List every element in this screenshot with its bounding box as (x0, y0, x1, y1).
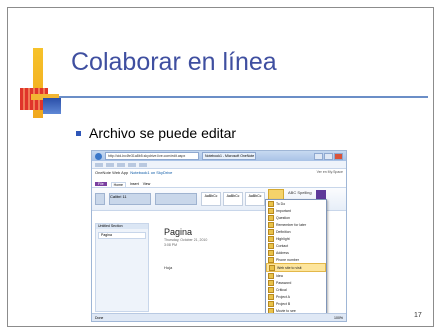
close-icon (334, 152, 343, 160)
style-heading1: AaBbCc (201, 192, 221, 206)
ribbon-tab-file: File (95, 182, 107, 186)
title-underline (43, 96, 428, 98)
tag-icon (268, 249, 274, 256)
title-decoration-blue (43, 98, 61, 114)
onenote-screenshot: http://cid-bc4fe31a8b5.skydrive.live.com… (91, 150, 347, 322)
ribbon-tab-view: View (142, 182, 151, 186)
tag-menu-item: Critical (266, 286, 326, 293)
font-size: 11 (122, 194, 127, 199)
spelling-button: ABC Spelling (288, 190, 312, 195)
bullet-item: Archivo se puede editar (76, 125, 236, 141)
tag-menu-item: Highlight (266, 235, 326, 242)
tag-icon (268, 242, 274, 249)
tag-icon (269, 264, 275, 271)
browser-globe-icon (95, 152, 102, 160)
tag-icon (268, 272, 274, 279)
section-tab: Untitled Section (96, 224, 148, 229)
tag-menu-item: Project B (266, 300, 326, 307)
tag-icon (268, 214, 274, 221)
tag-icon (268, 256, 274, 263)
tag-menu-item: Question (266, 214, 326, 221)
window-controls (314, 152, 343, 160)
slide-number: 17 (414, 312, 422, 319)
tag-icon (268, 300, 274, 307)
page-title: Pagina (164, 227, 193, 237)
page-body: Hoja (164, 265, 173, 270)
font-name: Calibri (110, 194, 122, 199)
browser-tab: Notebook1 - Microsoft OneNote (202, 152, 256, 160)
tag-menu-item: Project A (266, 293, 326, 300)
browser-titlebar: http://cid-bc4fe31a8b5.skydrive.live.com… (92, 151, 346, 161)
app-header-right: Ver en My.Space (316, 170, 343, 174)
page-date: Thursday, October 21, 2010 (164, 238, 208, 242)
app-header: OneNote Web App Notebook1 on SkyDrive Ve… (92, 169, 346, 181)
toolbar-button (95, 162, 103, 167)
minimize-icon (314, 152, 323, 160)
bullet-text: Archivo se puede editar (89, 125, 237, 141)
tag-icon (268, 228, 274, 235)
page-canvas: Pagina Thursday, October 21, 2010 3:08 P… (164, 227, 207, 270)
tag-menu: To Do Important Question Remember for la… (265, 199, 327, 316)
zoom-level: 100% (334, 315, 343, 320)
bullet-icon (76, 130, 81, 136)
browser-statusbar: Done 100% (92, 313, 346, 321)
page-time: 3:08 PM (164, 243, 178, 247)
slide: Colaborar en línea Archivo se puede edit… (7, 7, 434, 327)
tag-icon (268, 207, 274, 214)
ribbon-tab-home: Home (110, 181, 126, 187)
tag-menu-item: Contact (266, 242, 326, 249)
tag-menu-item: Idea (266, 272, 326, 279)
tag-menu-item: Important (266, 207, 326, 214)
status-text: Done (95, 315, 104, 320)
tag-icon (268, 221, 274, 228)
toolbar-button (139, 162, 147, 167)
toolbar-button (106, 162, 114, 167)
style-heading2: AaBbCc (223, 192, 243, 206)
maximize-icon (324, 152, 333, 160)
toolbar-button (117, 162, 125, 167)
tag-menu-item-highlighted: Web site to visit (266, 263, 326, 272)
font-controls: Calibri 11 (109, 193, 151, 205)
tag-menu-item: Password (266, 279, 326, 286)
paragraph-controls (155, 193, 197, 205)
address-bar: http://cid-bc4fe31a8b5.skydrive.live.com… (105, 152, 199, 160)
style-heading3: AaBbCc (245, 192, 265, 206)
style-gallery: AaBbCc AaBbCc AaBbCc (201, 192, 265, 206)
navigation-pane: Untitled Section Pagina (95, 223, 149, 312)
tag-menu-item: Phone number (266, 256, 326, 263)
slide-title: Colaborar en línea (71, 48, 277, 76)
tag-icon (268, 293, 274, 300)
tag-icon (268, 286, 274, 293)
tag-menu-item: To Do (266, 200, 326, 207)
app-name: OneNote Web App (95, 170, 129, 175)
ribbon-tab-insert: Insert (129, 182, 139, 186)
browser-toolbar (92, 161, 346, 169)
toolbar-button (128, 162, 136, 167)
tag-icon (268, 279, 274, 286)
notebook-link: Notebook1 on SkyDrive (130, 170, 173, 175)
page-list-item: Pagina (98, 232, 146, 239)
tag-menu-item: Definition (266, 228, 326, 235)
tag-menu-item: Address (266, 249, 326, 256)
paste-icon (95, 193, 105, 205)
tag-icon (268, 200, 274, 207)
tag-icon (268, 235, 274, 242)
tag-menu-item: Remember for later (266, 221, 326, 228)
